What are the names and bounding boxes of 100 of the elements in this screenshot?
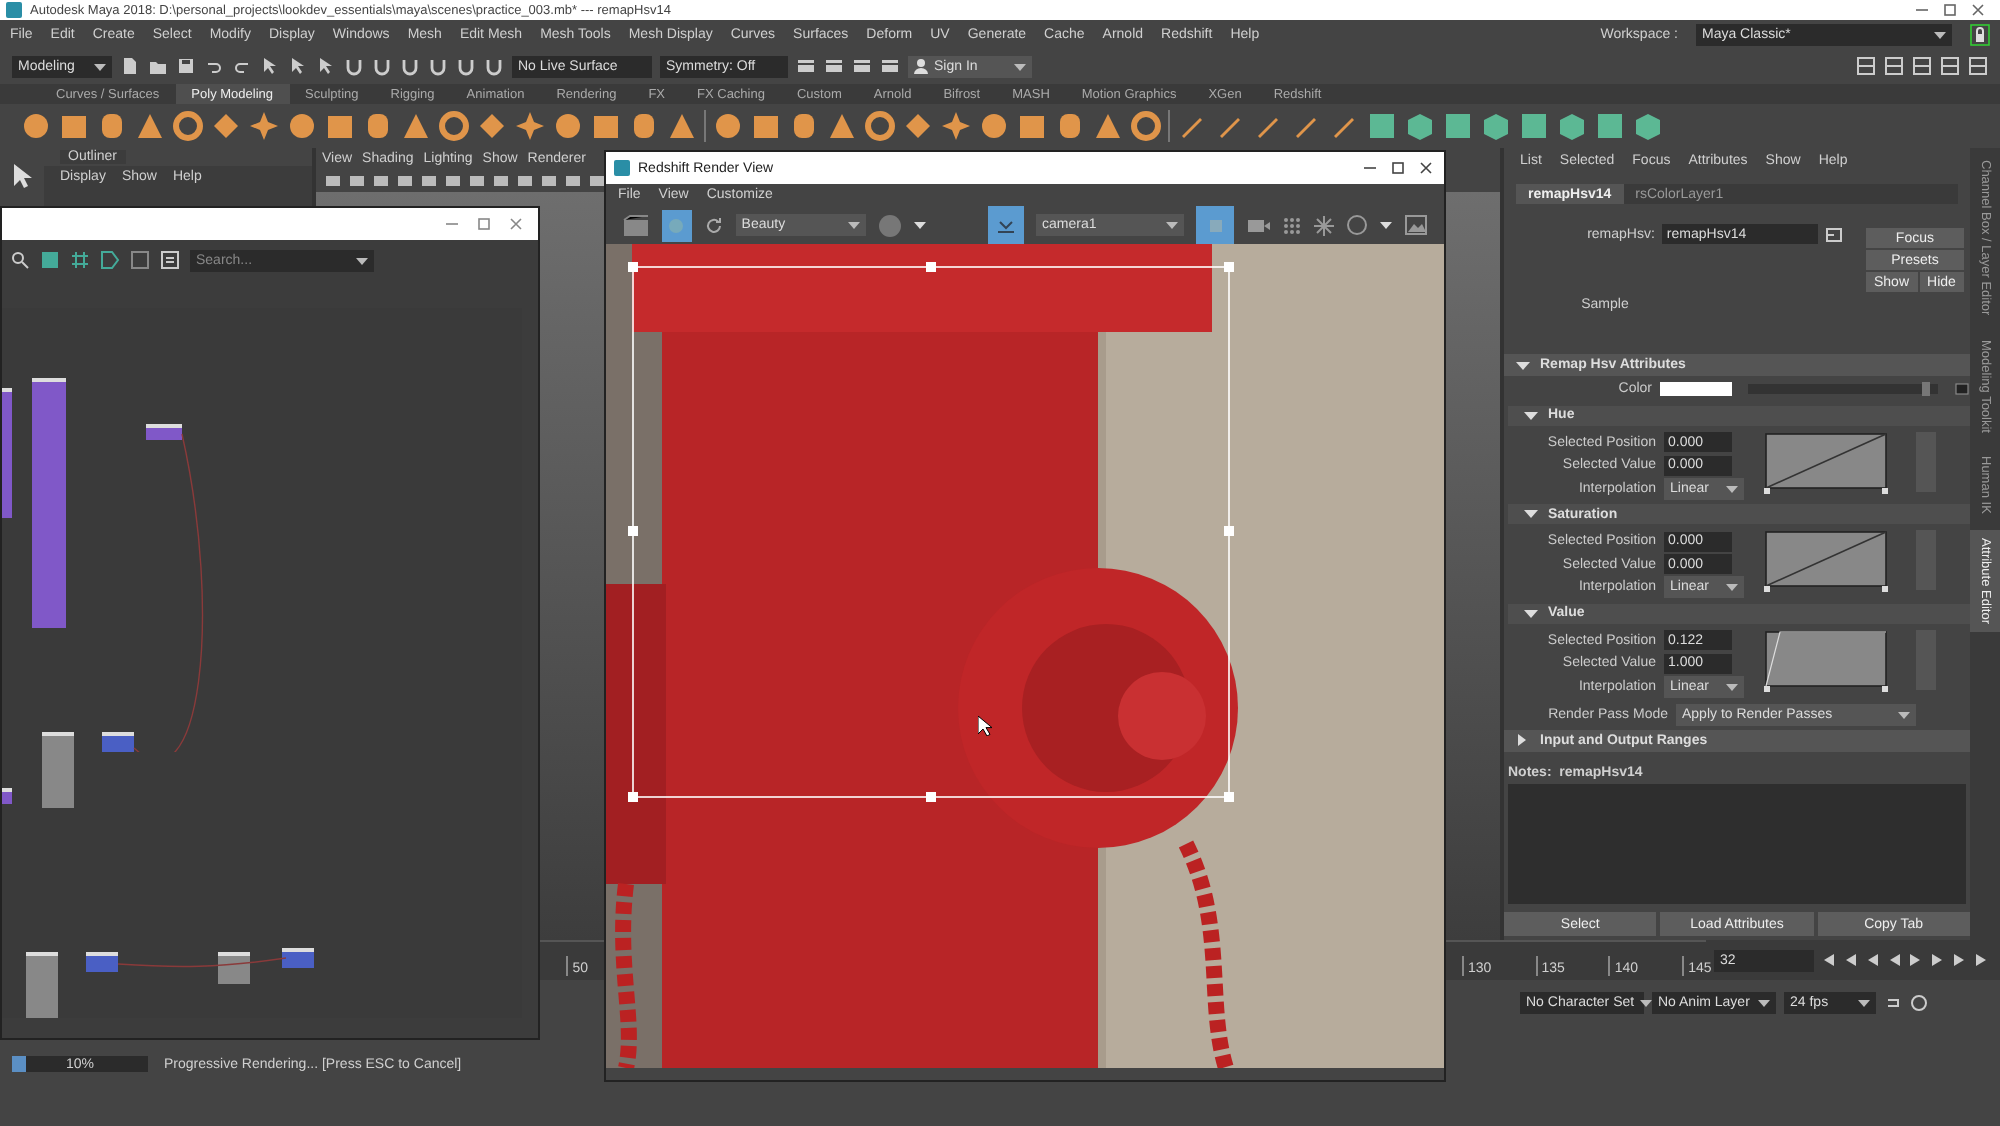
region-selection-frame[interactable] <box>628 262 1234 802</box>
render-icon[interactable] <box>852 56 872 76</box>
torus-icon[interactable] <box>1130 110 1162 142</box>
first-frame-icon[interactable] <box>1820 952 1836 968</box>
maximize-icon[interactable] <box>474 216 494 232</box>
cylinder-icon[interactable] <box>362 110 394 142</box>
play-icon[interactable] <box>1908 952 1924 968</box>
sphere-icon[interactable] <box>286 110 318 142</box>
app-logo-icon <box>614 160 630 176</box>
cone-icon[interactable] <box>1092 110 1124 142</box>
caret-icon <box>1379 220 1392 230</box>
panel-layout-icon[interactable] <box>1884 56 1904 76</box>
layout-icon[interactable] <box>130 250 150 270</box>
refresh-icon[interactable] <box>703 215 724 235</box>
cone-icon[interactable] <box>666 110 698 142</box>
star-icon[interactable] <box>940 110 972 142</box>
graph-node[interactable] <box>2 788 12 804</box>
new-file-icon[interactable] <box>120 56 140 76</box>
list-icon[interactable] <box>160 250 180 270</box>
cylinder-icon[interactable] <box>628 110 660 142</box>
map-button-icon[interactable] <box>1954 382 1970 397</box>
search-icon[interactable] <box>10 250 30 270</box>
caret-icon <box>1934 29 1946 39</box>
caret-icon <box>1726 681 1738 692</box>
input-connection-icon[interactable] <box>1826 227 1843 241</box>
graph-node[interactable] <box>218 952 250 984</box>
square-icon[interactable] <box>1366 110 1398 142</box>
tag-icon[interactable] <box>100 250 120 270</box>
graph-node[interactable] <box>86 952 118 972</box>
cylinder-icon[interactable] <box>96 110 128 142</box>
render-icon[interactable] <box>796 56 816 76</box>
clapper-icon[interactable] <box>622 213 650 237</box>
folder-icon[interactable] <box>148 56 168 76</box>
graph-node[interactable] <box>146 424 182 440</box>
last-frame-icon[interactable] <box>1974 952 1990 968</box>
torus-icon[interactable] <box>864 110 896 142</box>
grid-icon[interactable] <box>70 250 90 270</box>
graph-node[interactable] <box>102 732 134 752</box>
graph-node[interactable] <box>2 388 12 518</box>
next-key-icon[interactable] <box>1952 952 1968 968</box>
torus-icon[interactable] <box>172 110 204 142</box>
close-icon[interactable] <box>1968 2 1988 18</box>
caret-icon <box>1726 582 1738 593</box>
torus-icon[interactable] <box>438 110 470 142</box>
lock-icon[interactable] <box>1970 23 1990 45</box>
prev-key-icon[interactable] <box>1842 952 1858 968</box>
expanded-arrow-icon[interactable] <box>1524 607 1538 619</box>
square-icon[interactable] <box>1594 110 1626 142</box>
grid-dots-icon[interactable] <box>1281 215 1302 235</box>
play-back-icon[interactable] <box>1886 952 1902 968</box>
sphere-icon[interactable] <box>552 110 584 142</box>
square-icon[interactable] <box>1442 110 1474 142</box>
camera-lock-button[interactable] <box>987 206 1025 244</box>
panel-layout-icon[interactable] <box>1856 56 1876 76</box>
render-toggle-button[interactable] <box>662 209 692 241</box>
star-icon[interactable] <box>248 110 280 142</box>
slider-thumb[interactable] <box>1922 382 1931 397</box>
video-camera-icon[interactable] <box>1245 215 1270 235</box>
sphere-icon[interactable] <box>978 110 1010 142</box>
frame-icon[interactable] <box>40 250 60 270</box>
cylinder-icon[interactable] <box>1054 110 1086 142</box>
snowflake-icon[interactable] <box>1313 215 1334 235</box>
circle-outline-icon[interactable] <box>1345 214 1368 236</box>
collapsed-arrow-icon[interactable] <box>1516 734 1530 746</box>
key-preferences-icon[interactable] <box>1910 993 1928 1011</box>
select-arrow-icon[interactable] <box>12 164 32 188</box>
diamond-icon[interactable] <box>902 110 934 142</box>
render-icon[interactable] <box>824 56 844 76</box>
diamond-icon[interactable] <box>210 110 242 142</box>
sphere-icon[interactable] <box>712 110 744 142</box>
maximize-icon[interactable] <box>1940 2 1960 18</box>
caret-icon <box>1640 997 1653 1007</box>
sphere-icon[interactable] <box>20 110 52 142</box>
prev-frame-icon[interactable] <box>1864 952 1880 968</box>
render-icon[interactable] <box>880 56 900 76</box>
save-icon[interactable] <box>176 56 196 76</box>
cylinder-icon[interactable] <box>788 110 820 142</box>
graph-node[interactable] <box>26 952 58 1018</box>
cone-icon[interactable] <box>826 110 858 142</box>
image-icon[interactable] <box>1403 214 1428 236</box>
graph-node[interactable] <box>32 378 66 628</box>
close-icon[interactable] <box>1416 160 1436 176</box>
expanded-arrow-icon[interactable] <box>1516 359 1530 371</box>
expanded-arrow-icon[interactable] <box>1524 508 1538 520</box>
graph-node[interactable] <box>282 948 314 968</box>
color-swatch[interactable] <box>1660 382 1732 397</box>
panel-layout-icon[interactable] <box>1912 56 1932 76</box>
panel-layout-icon[interactable] <box>1968 56 1988 76</box>
next-frame-icon[interactable] <box>1930 952 1946 968</box>
maximize-icon[interactable] <box>1388 160 1408 176</box>
diamond-icon[interactable] <box>476 110 508 142</box>
star-icon[interactable] <box>514 110 546 142</box>
loop-icon[interactable] <box>1884 993 1902 1011</box>
square-icon[interactable] <box>1518 110 1550 142</box>
sphere-icon[interactable] <box>878 213 903 237</box>
graph-node[interactable] <box>42 732 74 808</box>
cone-icon[interactable] <box>134 110 166 142</box>
panel-layout-icon[interactable] <box>1940 56 1960 76</box>
expanded-arrow-icon[interactable] <box>1524 409 1538 421</box>
cone-icon[interactable] <box>400 110 432 142</box>
